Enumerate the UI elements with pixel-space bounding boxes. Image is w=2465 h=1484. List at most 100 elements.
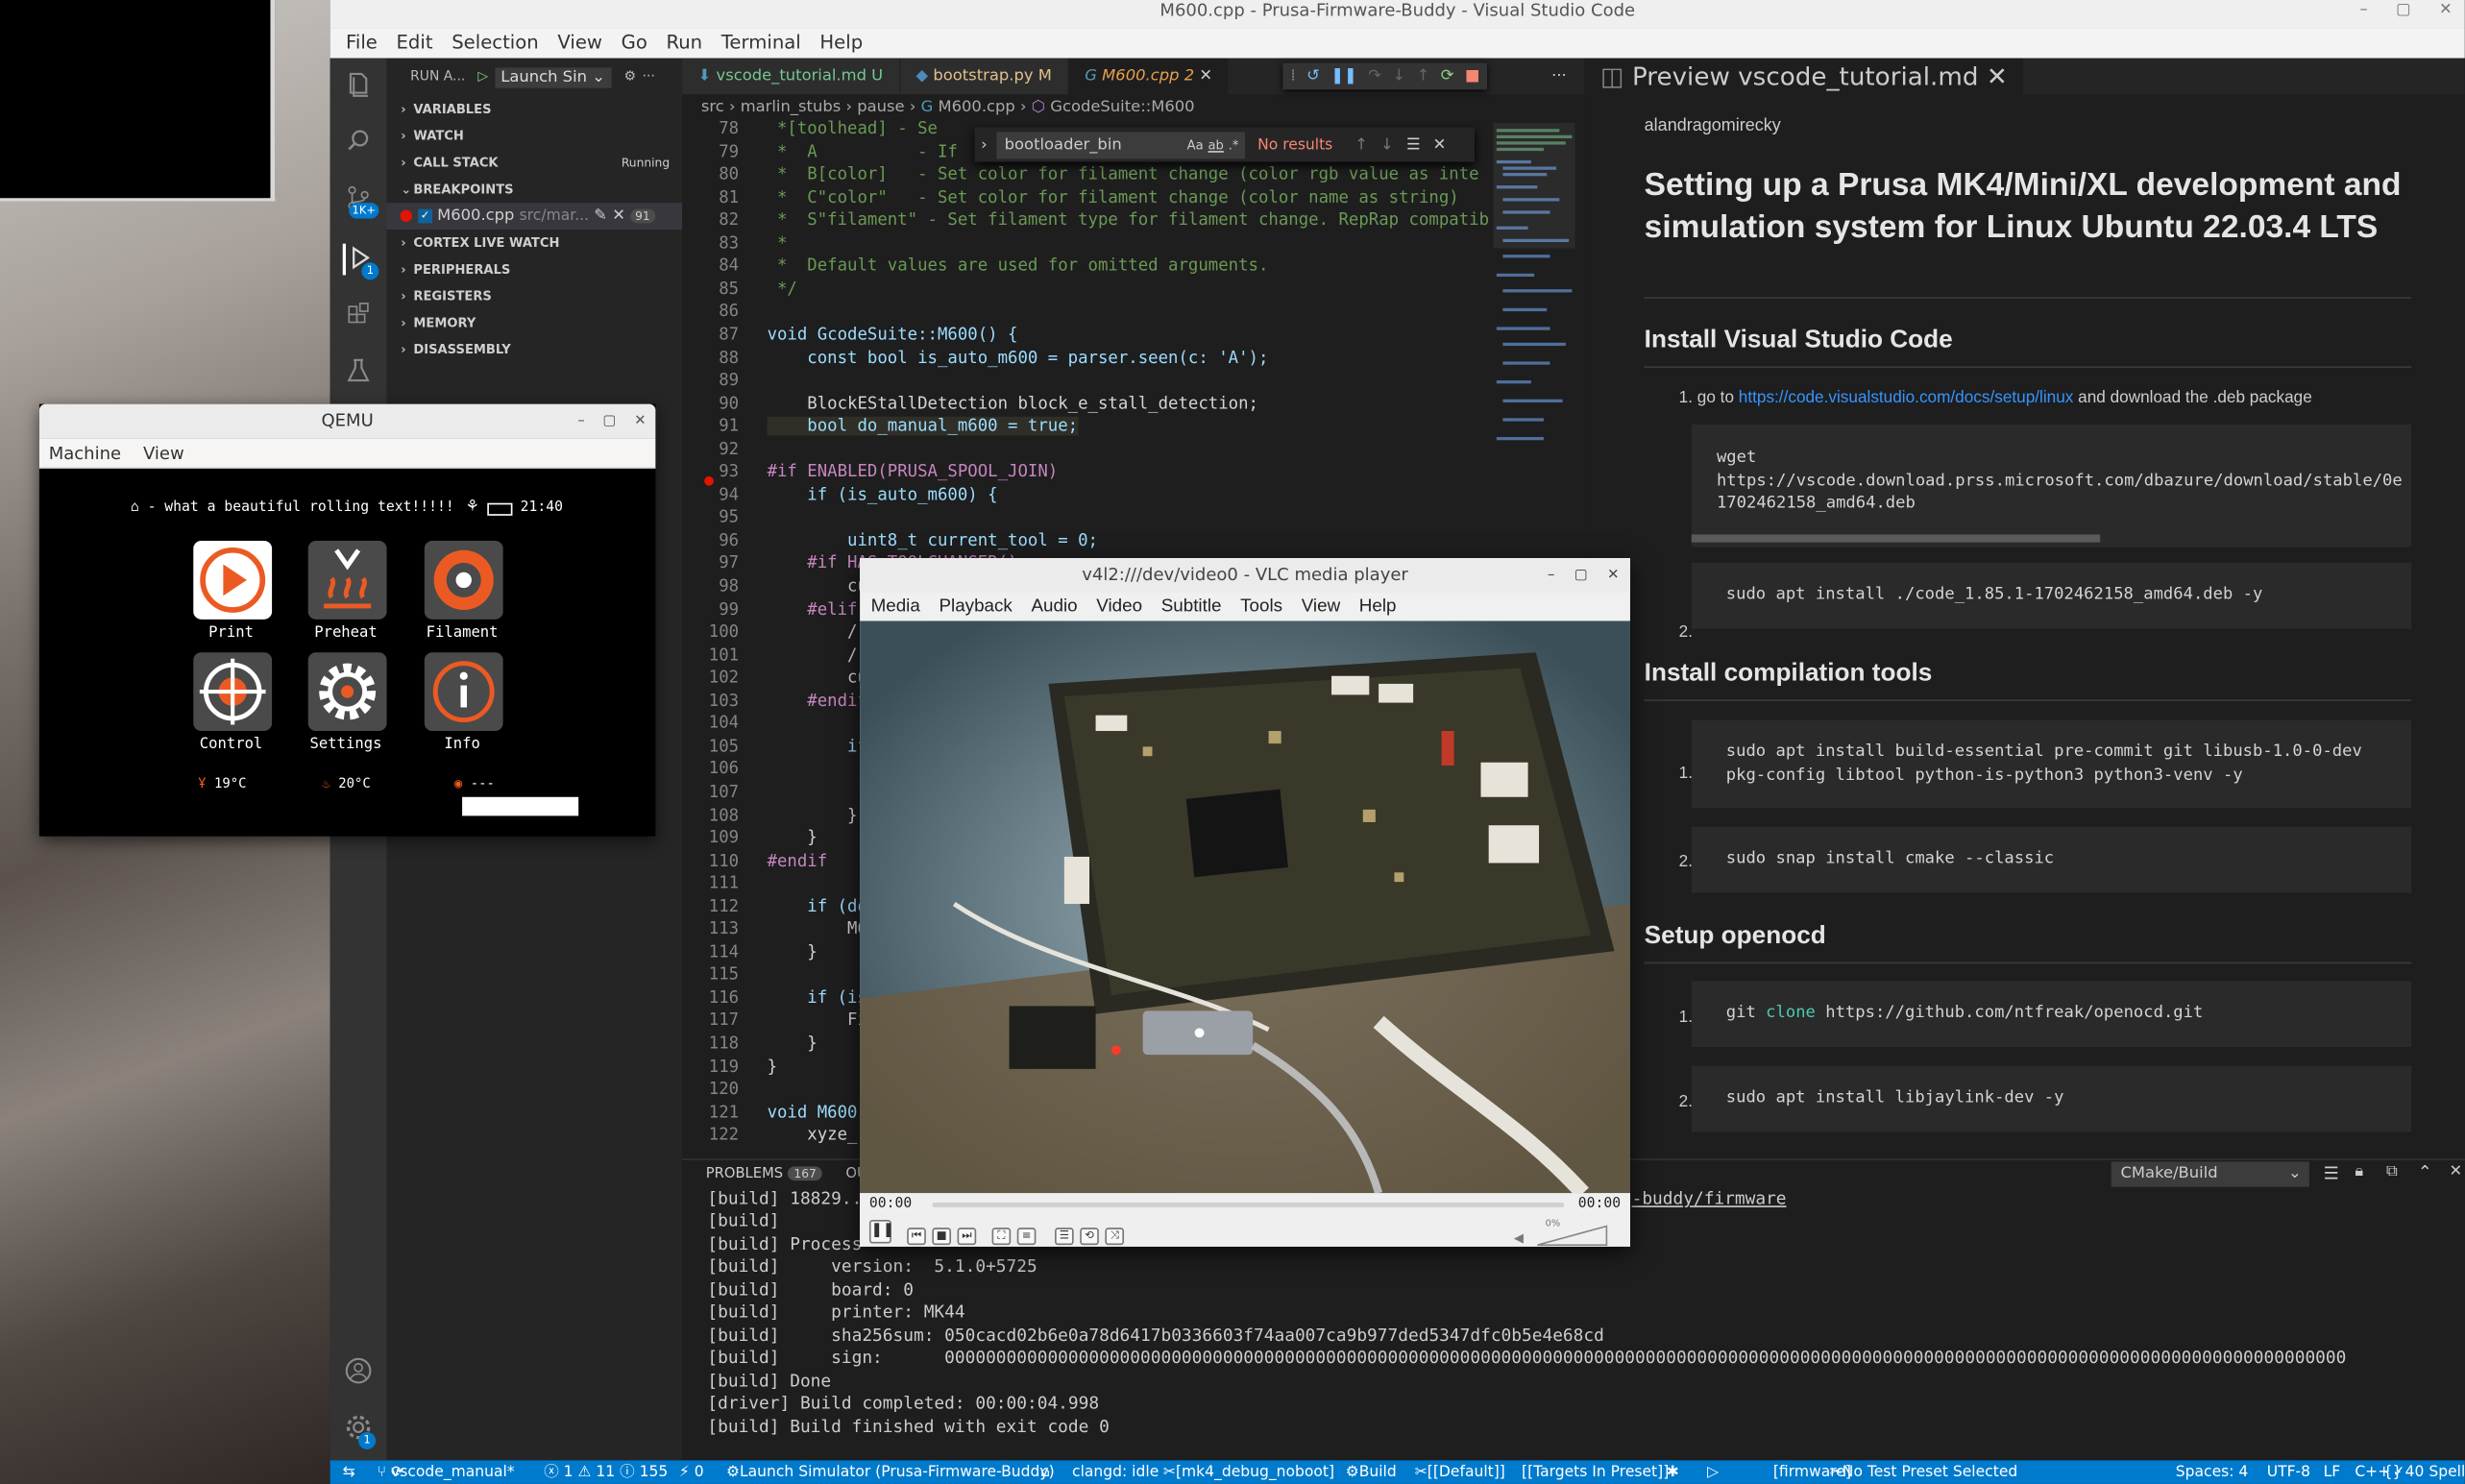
source-control-icon[interactable]: 1K+ (343, 183, 379, 219)
code-scrollbar[interactable] (1691, 534, 2101, 543)
menu-terminal[interactable]: Terminal (712, 28, 811, 58)
section-variables[interactable]: › VARIABLES (387, 96, 683, 123)
editor-more-icon[interactable]: ··· (1551, 59, 1567, 95)
breakpoint-checkbox[interactable]: ✓ (418, 207, 432, 223)
branch-status[interactable]: ⑂ vscode_manual* ⟳ (378, 1460, 515, 1484)
tab-vscode-tutorial[interactable]: ⬇ vscode_tutorial.md U (682, 58, 901, 95)
info-icon[interactable] (424, 652, 503, 732)
tab-bootstrap[interactable]: ◆ bootstrap.py M (900, 58, 1069, 95)
crumb-symbol[interactable]: GcodeSuite::M600 (1050, 99, 1194, 116)
menu-help[interactable]: Help (811, 28, 872, 58)
control-icon[interactable] (193, 652, 273, 732)
more-actions-icon[interactable]: ··· (643, 69, 655, 85)
fullscreen-button[interactable]: ⛶ (991, 1228, 1012, 1246)
crumb-pause[interactable]: pause (857, 99, 904, 116)
restart-frame-icon[interactable]: ↺ (1306, 62, 1320, 89)
home-icon[interactable]: ⌂ (1040, 1460, 1050, 1484)
clangd-status[interactable]: clangd: idle (1072, 1460, 1159, 1484)
tab-problems[interactable]: PROBLEMS 167 (706, 1166, 823, 1182)
volume-slider[interactable] (1536, 1225, 1608, 1247)
speaker-icon[interactable]: ◀ (1514, 1230, 1524, 1245)
close-icon[interactable]: ✕ (634, 404, 646, 439)
default-preset-status[interactable]: ✂ [[Default]] (1415, 1460, 1505, 1484)
previous-button[interactable]: ⏮ (907, 1228, 926, 1246)
cmake-kit-status[interactable]: ✂ [mk4_debug_noboot] (1163, 1460, 1334, 1484)
drag-handle-icon[interactable]: ⁞ (1290, 62, 1295, 89)
menu-run[interactable]: Run (657, 28, 712, 58)
menu-tools[interactable]: Tools (1240, 593, 1282, 620)
clear-output-icon[interactable]: ⧉ (2386, 1163, 2398, 1180)
match-case-toggle[interactable]: Aa (1187, 137, 1204, 152)
account-icon[interactable] (343, 1356, 375, 1388)
output-channel-select[interactable]: CMake/Build ⌄ (2111, 1161, 2309, 1187)
print-icon[interactable] (193, 540, 273, 620)
close-panel-icon[interactable]: ✕ (2450, 1163, 2463, 1180)
section-registers[interactable]: › REGISTERS (387, 283, 683, 310)
breakpoint-gutter-icon[interactable] (704, 475, 714, 486)
remove-breakpoint-icon[interactable]: ✕ (612, 207, 625, 225)
close-find-icon[interactable]: ✕ (1433, 136, 1447, 154)
previous-match-icon[interactable]: ↑ (1355, 136, 1368, 154)
close-icon[interactable]: ✕ (2439, 0, 2453, 20)
menu-playback[interactable]: Playback (939, 593, 1012, 620)
video-frame[interactable] (860, 620, 1630, 1194)
menu-subtitle[interactable]: Subtitle (1161, 593, 1222, 620)
tab-preview[interactable]: ◫ Preview vscode_tutorial.md ✕ (1584, 58, 2025, 95)
encoding-status[interactable]: UTF-8 (2267, 1460, 2310, 1484)
start-debugging-icon[interactable]: ▷ (477, 69, 488, 85)
close-icon[interactable]: ✕ (1607, 558, 1619, 593)
section-call-stack[interactable]: › CALL STACK Running (387, 149, 683, 176)
section-watch[interactable]: › WATCH (387, 123, 683, 150)
close-preview-icon[interactable]: ✕ (1987, 61, 2008, 91)
minimize-icon[interactable]: – (2359, 0, 2367, 20)
settings-icon[interactable] (307, 652, 387, 732)
problems-status[interactable]: ⓧ 1 ⚠ 11 ⓘ 155 (544, 1460, 668, 1484)
menu-go[interactable]: Go (612, 28, 657, 58)
maximize-panel-icon[interactable]: ⌃ (2418, 1161, 2432, 1181)
step-over-icon[interactable]: ↷ (1368, 62, 1381, 89)
section-breakpoints[interactable]: ⌄ BREAKPOINTS (387, 176, 683, 203)
section-memory[interactable]: › MEMORY (387, 309, 683, 336)
minimize-icon[interactable]: – (1548, 558, 1554, 593)
pause-button[interactable]: ❚❚ (868, 1220, 894, 1244)
ports-status[interactable]: ⚡ 0 (679, 1460, 704, 1484)
section-cortex-live-watch[interactable]: › CORTEX LIVE WATCH (387, 230, 683, 256)
manage-gear-icon[interactable]: 1 (343, 1413, 377, 1449)
build-status[interactable]: ⚙ Build (1346, 1460, 1397, 1484)
menu-edit[interactable]: Edit (387, 28, 443, 58)
indent-status[interactable]: Spaces: 4 (2176, 1460, 2249, 1484)
crumb-src[interactable]: src (701, 99, 724, 116)
menu-help[interactable]: Help (1359, 593, 1397, 620)
next-match-icon[interactable]: ↓ (1380, 136, 1394, 154)
extended-settings-button[interactable]: ≡ (1016, 1228, 1037, 1246)
tab-m600[interactable]: G M600.cpp 2 ✕ (1068, 58, 1231, 95)
menu-machine[interactable]: Machine (49, 439, 121, 467)
menu-file[interactable]: File (336, 28, 387, 58)
regex-toggle[interactable]: .* (1229, 137, 1239, 152)
maximize-icon[interactable]: ▢ (2396, 0, 2410, 20)
crumb-file[interactable]: M600.cpp (938, 99, 1014, 116)
step-out-icon[interactable]: ↑ (1417, 62, 1430, 89)
run-icon[interactable]: ▷ (1707, 1460, 1719, 1484)
spell-status[interactable]: ✓ 40 Spell (2393, 1460, 2465, 1484)
breakpoint-item[interactable]: ● ✓ M600.cpp src/mar... ✎ ✕ 91 (386, 203, 683, 230)
launch-config-select[interactable]: Launch Sin ⌄ (494, 66, 612, 87)
crumb-marlin-stubs[interactable]: marlin_stubs (741, 99, 842, 116)
stop-button[interactable]: ■ (932, 1228, 952, 1246)
filament-icon[interactable] (424, 540, 503, 620)
stop-icon[interactable]: ■ (1465, 62, 1479, 89)
menu-view[interactable]: View (143, 439, 184, 467)
terminal-path-link[interactable]: -buddy/firmware (1632, 1188, 1787, 1208)
run-debug-icon[interactable]: 1 (342, 243, 379, 280)
close-tab-icon[interactable]: ✕ (1199, 67, 1212, 85)
explorer-icon[interactable] (343, 71, 375, 103)
terminal-window-fragment[interactable] (0, 0, 276, 202)
playlist-button[interactable]: ☰ (1055, 1228, 1074, 1246)
vscode-docs-link[interactable]: https://code.visualstudio.com/docs/setup… (1739, 388, 2074, 407)
find-in-selection-icon[interactable]: ☰ (1406, 136, 1421, 154)
maximize-icon[interactable]: ▢ (1574, 558, 1588, 593)
menu-media[interactable]: Media (871, 593, 920, 620)
pause-icon[interactable]: ❚❚ (1330, 62, 1356, 89)
filter-list-icon[interactable]: ☰ (2324, 1163, 2339, 1183)
section-peripherals[interactable]: › PERIPHERALS (387, 256, 683, 283)
